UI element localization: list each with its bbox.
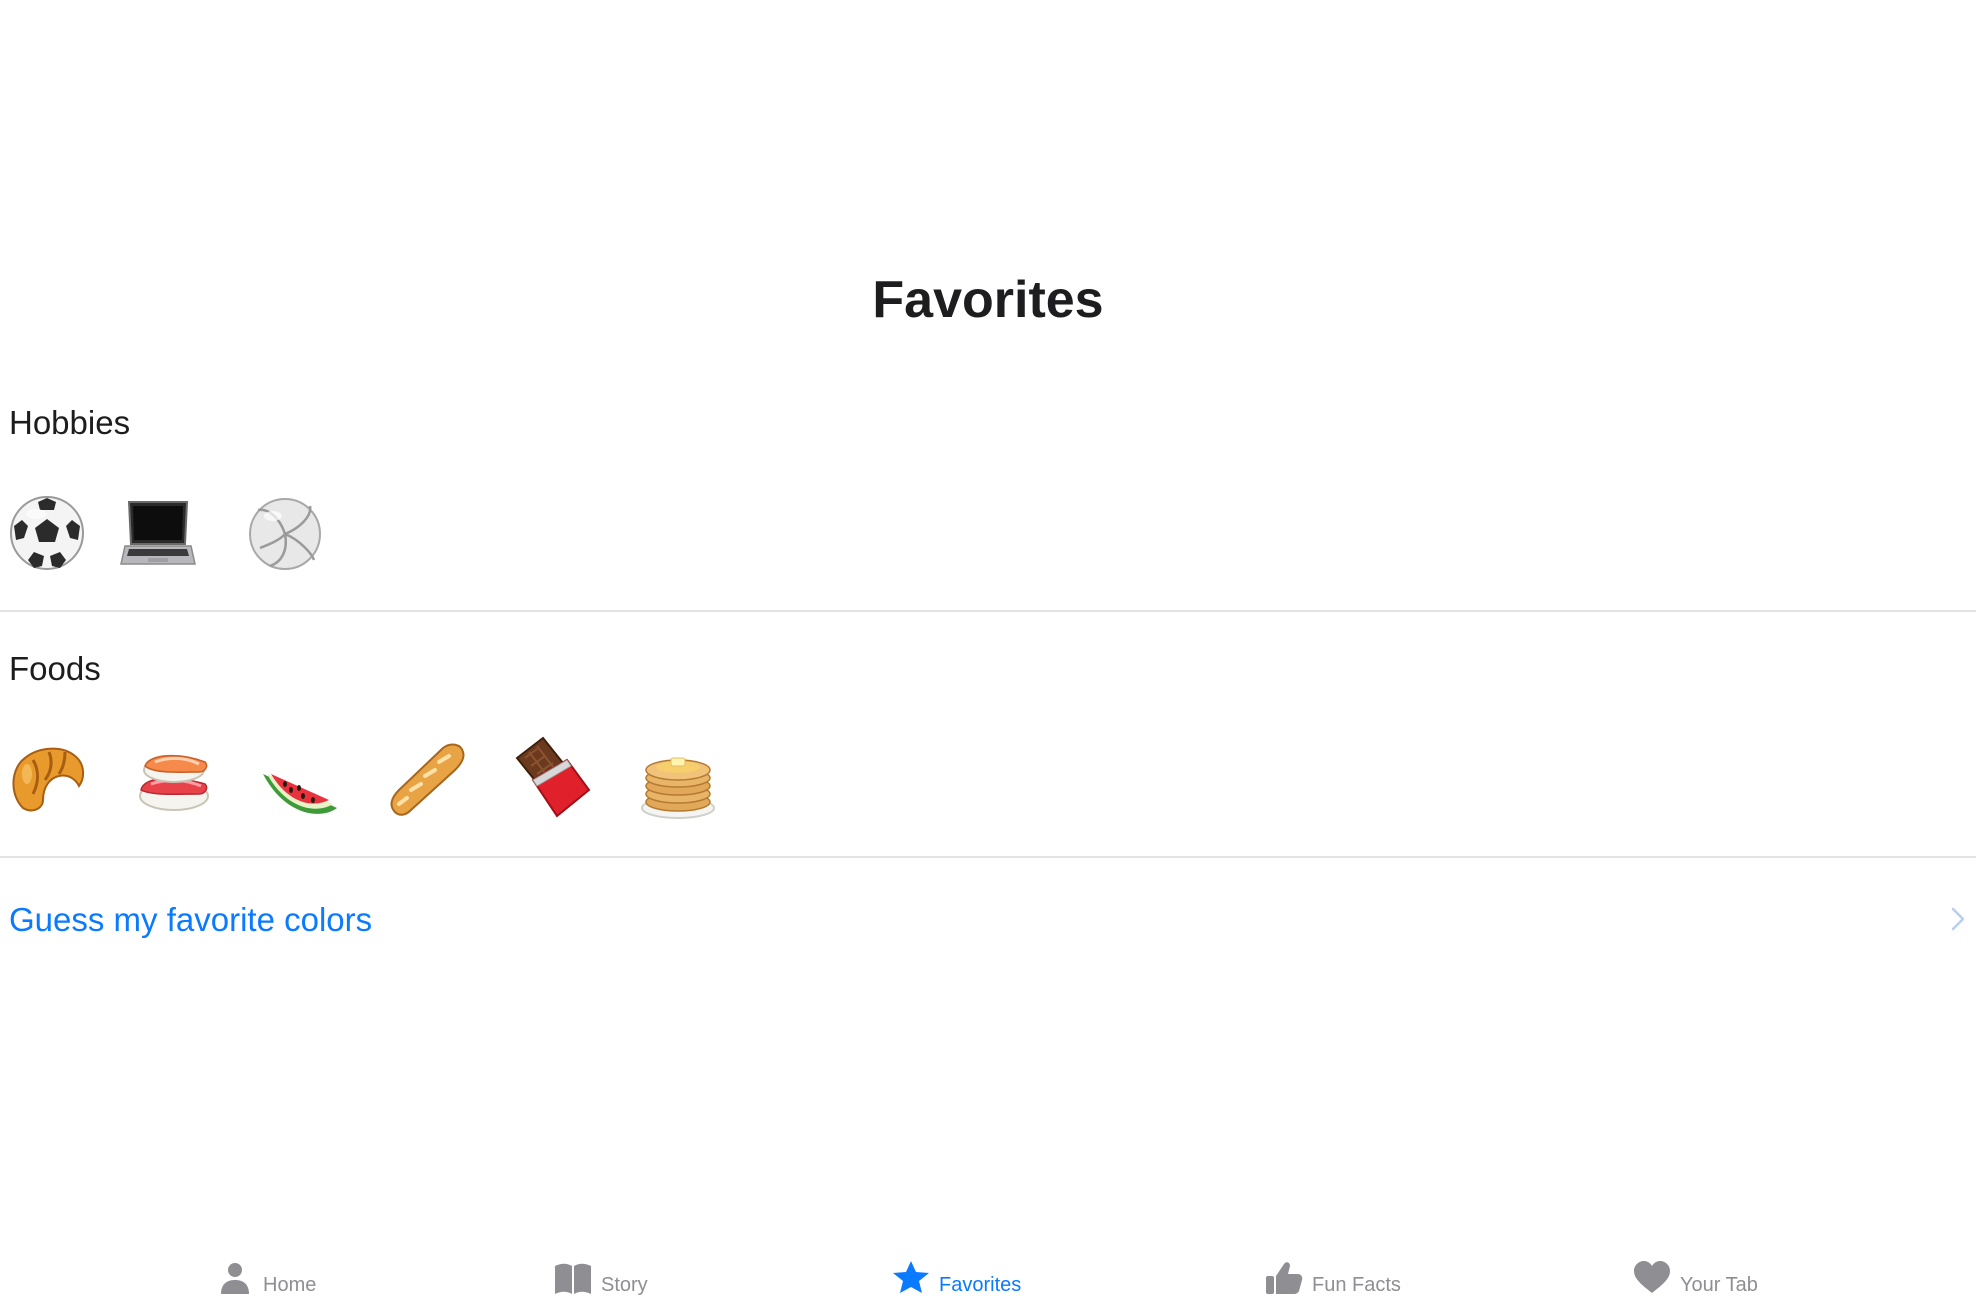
sushi-icon [129,734,219,824]
baguette-icon [381,734,471,824]
chocolate-bar-icon [507,734,597,824]
laptop-icon [113,488,203,578]
foods-heading: Foods [9,650,101,687]
tab-favorites[interactable]: Favorites [891,1261,1022,1296]
guess-colors-link[interactable]: Guess my favorite colors [9,900,372,940]
hobbies-heading: Hobbies [9,404,131,441]
croissant-icon [3,734,93,824]
watermelon-icon [255,734,345,824]
tab-home[interactable]: Home [215,1263,317,1296]
hobbies-section: Hobbies [0,400,1976,610]
volleyball-icon [240,488,330,578]
star-icon [891,1260,931,1294]
tab-favorites-label: Favorites [939,1274,1022,1296]
tab-home-label: Home [263,1274,317,1296]
tab-your-tab[interactable]: Your Tab [1632,1261,1758,1296]
foods-section: Foods [0,646,1976,856]
divider [0,856,1976,858]
hobbies-emoji-row [0,488,1976,578]
foods-emoji-row [0,734,1976,824]
book-icon [553,1260,593,1294]
tab-bar: Home Story Favorites Fun Facts Your Tab [0,1248,1976,1296]
chevron-right-icon [1948,904,1968,934]
person-icon [215,1260,255,1294]
tab-your-tab-label: Your Tab [1680,1274,1758,1296]
thumbs-up-icon [1264,1260,1304,1294]
tab-fun-facts[interactable]: Fun Facts [1264,1262,1401,1296]
tab-fun-facts-label: Fun Facts [1312,1274,1401,1296]
guess-colors-row[interactable]: Guess my favorite colors [0,880,1976,960]
heart-icon [1632,1260,1672,1294]
tab-story-label: Story [601,1274,648,1296]
tab-story[interactable]: Story [553,1263,648,1296]
pancakes-icon [633,734,723,824]
soccer-ball-icon [2,488,92,578]
page-title: Favorites [872,271,1104,329]
divider [0,610,1976,612]
